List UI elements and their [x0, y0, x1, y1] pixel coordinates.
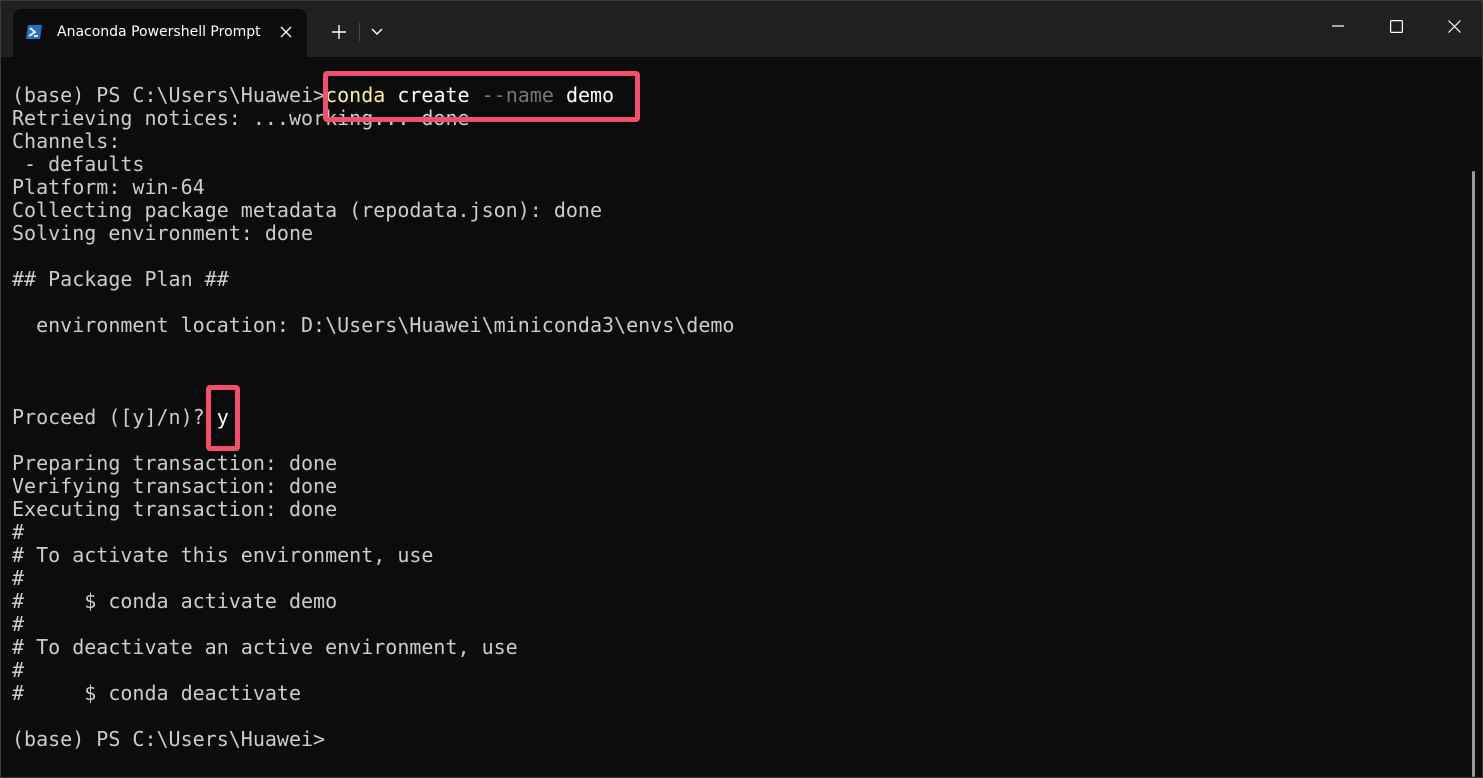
output-line: Channels:	[12, 129, 121, 153]
output-line: #	[12, 566, 25, 590]
output-line: Collecting package metadata (repodata.js…	[12, 198, 603, 222]
output-line: #	[12, 658, 25, 682]
tab-title: Anaconda Powershell Prompt	[57, 24, 261, 40]
current-prompt: (base) PS C:\Users\Huawei>	[12, 727, 326, 751]
answer-highlight-box	[206, 385, 240, 451]
output-line: #	[12, 612, 25, 636]
output-line: # To deactivate an active environment, u…	[12, 635, 518, 659]
output-line: - defaults	[12, 152, 145, 176]
output-line: ## Package Plan ##	[12, 267, 229, 291]
window-close-icon[interactable]	[1425, 1, 1483, 51]
plus-icon[interactable]	[323, 17, 355, 47]
command-highlight-box	[323, 71, 640, 122]
output-line: Platform: win-64	[12, 175, 205, 199]
output-line: # $ conda deactivate	[12, 681, 301, 705]
maximize-icon[interactable]	[1367, 1, 1425, 51]
output-line: Executing transaction: done	[12, 497, 338, 521]
powershell-icon	[25, 23, 43, 41]
output-line: # $ conda activate demo	[12, 589, 338, 613]
output-line: environment location: D:\Users\Huawei\mi…	[12, 313, 735, 337]
proceed-line: Proceed ([y]/n)? y	[12, 406, 229, 429]
tab-anaconda-powershell[interactable]: Anaconda Powershell Prompt	[13, 9, 307, 57]
terminal-window: Anaconda Powershell Prompt (base) PS C:\…	[0, 0, 1483, 778]
chevron-down-icon[interactable]	[363, 17, 391, 47]
minimize-icon[interactable]	[1309, 1, 1367, 51]
scrollbar[interactable]	[1472, 171, 1475, 777]
output-line: Solving environment: done	[12, 221, 314, 245]
tab-divider	[359, 23, 360, 41]
prompt: (base) PS C:\Users\Huawei>	[12, 83, 326, 107]
output-line: Preparing transaction: done	[12, 451, 338, 475]
proceed-prompt: Proceed ([y]/n)?	[12, 405, 217, 429]
output-line: Verifying transaction: done	[12, 474, 338, 498]
output-line: #	[12, 520, 25, 544]
output-line: # To activate this environment, use	[12, 543, 434, 567]
close-icon[interactable]	[275, 21, 297, 43]
title-bar: Anaconda Powershell Prompt	[1, 1, 1482, 57]
